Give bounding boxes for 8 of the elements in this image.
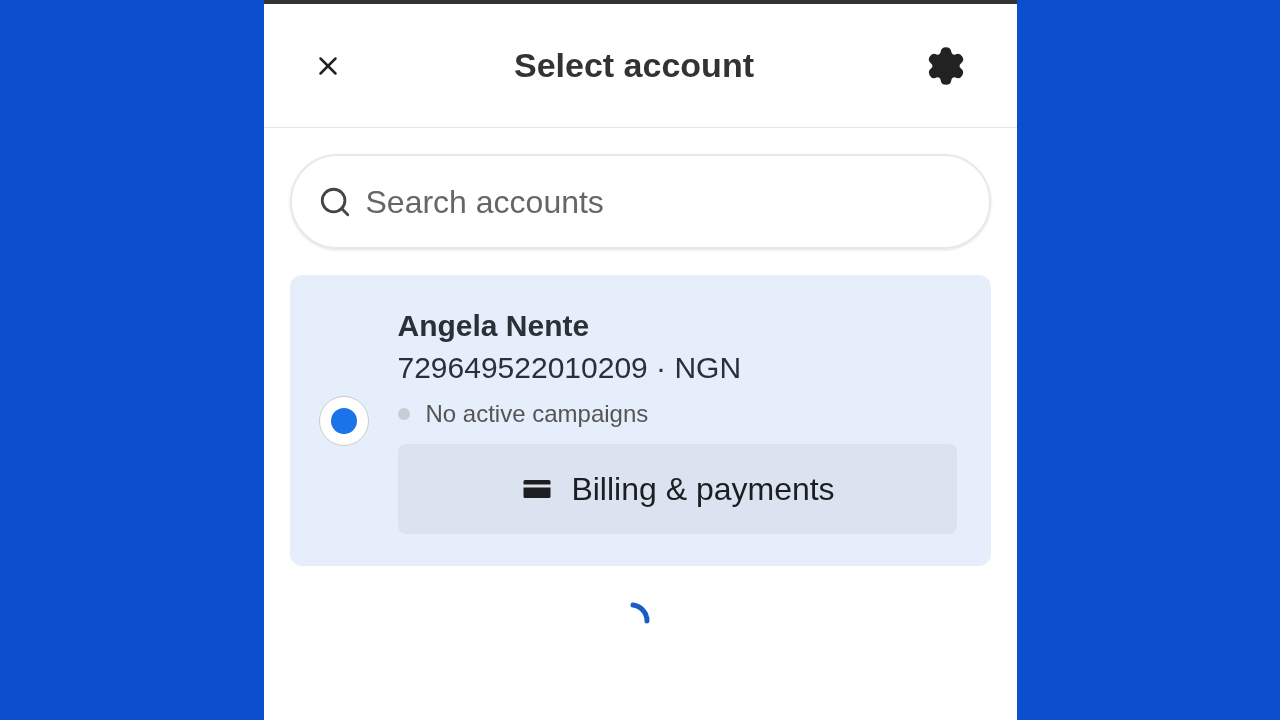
account-name: Angela Nente xyxy=(397,308,591,344)
account-card[interactable]: Angela Nente 729649522010209 · NGN No active campaigns Billing & payments xyxy=(289,275,991,566)
account-id: 729649522010209 · NGN xyxy=(397,349,743,386)
search-bar[interactable]: Search accounts xyxy=(289,154,991,249)
search-input[interactable]: Search accounts xyxy=(365,177,963,226)
billing-button[interactable]: Billing & payments xyxy=(397,444,957,534)
window-title: Select account xyxy=(514,45,754,86)
status-text: No active campaigns xyxy=(425,399,649,429)
